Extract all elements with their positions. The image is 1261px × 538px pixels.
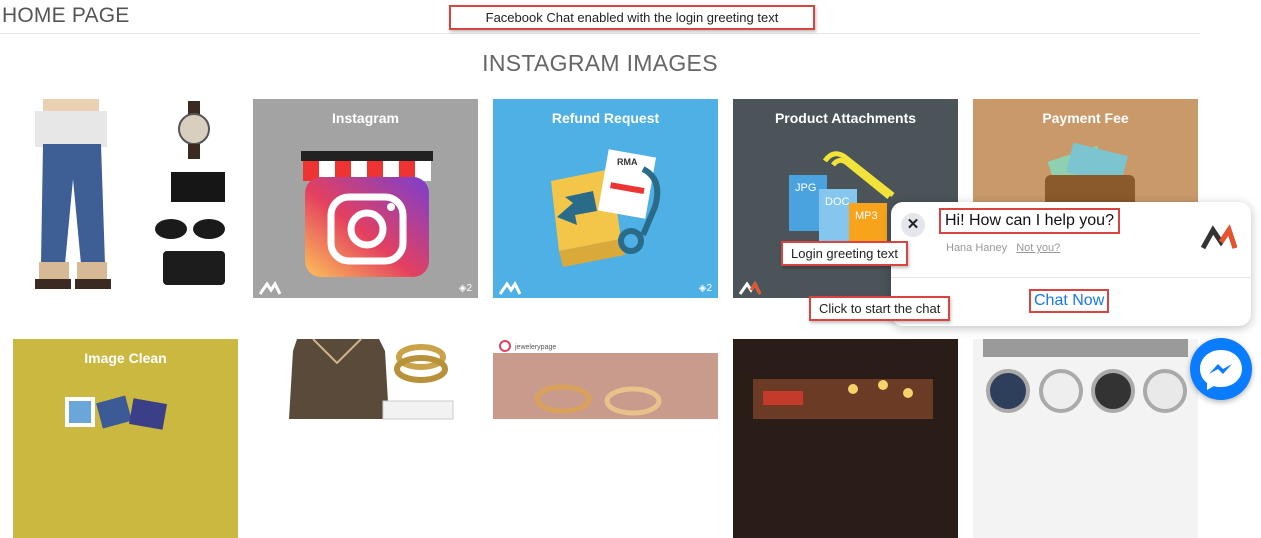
messenger-icon — [1200, 350, 1242, 390]
instagram-icon — [301, 151, 433, 277]
wristwatches-image — [983, 339, 1188, 413]
page-title: HOME PAGE — [2, 4, 130, 27]
close-icon[interactable]: ✕ — [901, 213, 925, 237]
not-you-link[interactable]: Not you? — [1016, 242, 1060, 254]
agent-name: Hana Haney — [946, 242, 1008, 254]
photo-icons — [65, 395, 167, 430]
brand-logo-icon — [1201, 224, 1237, 250]
annotation-facebook-chat: Facebook Chat enabled with the login gre… — [449, 5, 815, 30]
tile-wristwatches[interactable] — [973, 339, 1198, 538]
annotation-login-greeting: Login greeting text — [781, 241, 908, 266]
sweater-bangles-image — [289, 339, 454, 420]
birthday-cake-image — [753, 379, 933, 419]
rma-label: RMA — [617, 157, 638, 167]
tile-image-clean[interactable]: Image Clean — [13, 339, 238, 538]
instagram-handle: jewelerypage — [514, 344, 556, 351]
magento-2-badge: ◈2 — [698, 283, 712, 294]
messenger-button[interactable] — [1190, 338, 1252, 400]
clothing-accessories-image — [35, 99, 225, 289]
refund-box-icon: RMA — [551, 149, 661, 267]
brand-logo-icon — [499, 281, 521, 295]
tile-refund-request[interactable]: Refund Request RMA ◈2 — [493, 99, 718, 298]
tile-clothing[interactable] — [13, 99, 238, 298]
tile-instagram[interactable]: Instagram ◈2 — [253, 99, 478, 298]
chat-agent-info: Hana Haney Not you? — [946, 242, 1060, 254]
tile-jewelry[interactable]: jewelerypage — [493, 339, 718, 538]
chat-greeting-message: Hi! How can I help you? — [939, 208, 1120, 234]
title-divider — [0, 33, 1200, 34]
section-title: INSTAGRAM IMAGES — [482, 50, 718, 76]
tile-birthday-cake[interactable] — [733, 339, 958, 538]
file-type-doc: DOC — [825, 196, 850, 208]
file-type-jpg: JPG — [795, 182, 816, 194]
brand-logo-icon — [259, 281, 281, 295]
tile-sweater[interactable] — [253, 339, 478, 538]
jewelry-rings-image: jewelerypage — [493, 340, 718, 419]
annotation-start-chat: Click to start the chat — [809, 296, 951, 321]
chat-now-button[interactable]: Chat Now — [1029, 289, 1110, 313]
brand-logo-icon — [739, 281, 761, 295]
magento-2-badge: ◈2 — [458, 283, 472, 294]
chat-divider — [891, 277, 1251, 278]
file-type-mp3: MP3 — [855, 210, 878, 222]
